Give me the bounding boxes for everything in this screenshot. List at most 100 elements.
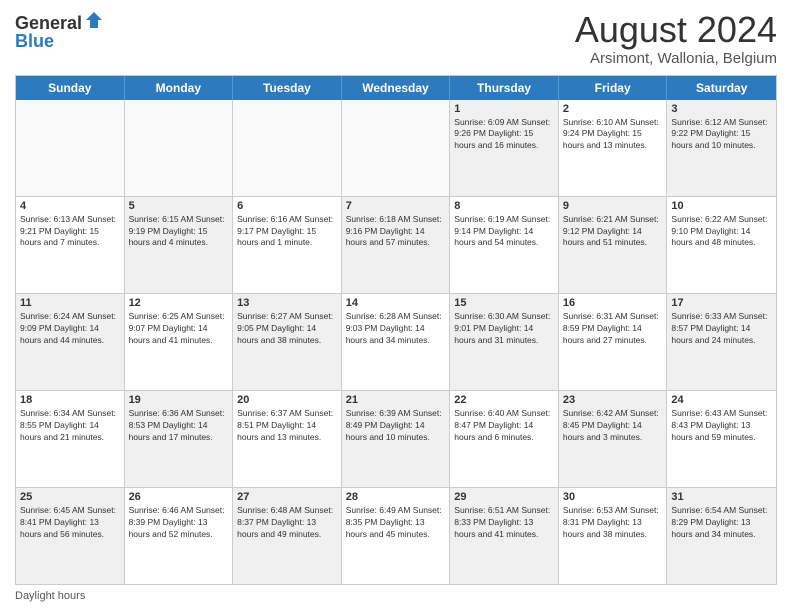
title-section: August 2024 Arsimont, Wallonia, Belgium <box>575 10 777 67</box>
day-info: Sunrise: 6:39 AM Sunset: 8:49 PM Dayligh… <box>346 408 446 444</box>
day-info: Sunrise: 6:37 AM Sunset: 8:51 PM Dayligh… <box>237 408 337 444</box>
empty-cell <box>342 100 451 196</box>
day-info: Sunrise: 6:22 AM Sunset: 9:10 PM Dayligh… <box>671 214 772 250</box>
day-number: 2 <box>563 103 663 115</box>
day-info: Sunrise: 6:18 AM Sunset: 9:16 PM Dayligh… <box>346 214 446 250</box>
day-cell-24: 24 Sunrise: 6:43 AM Sunset: 8:43 PM Dayli… <box>667 391 776 487</box>
day-number: 8 <box>454 200 554 212</box>
day-info: Sunrise: 6:31 AM Sunset: 8:59 PM Dayligh… <box>563 311 663 347</box>
day-number: 27 <box>237 491 337 503</box>
day-number: 11 <box>20 297 120 309</box>
day-info: Sunrise: 6:34 AM Sunset: 8:55 PM Dayligh… <box>20 408 120 444</box>
day-number: 21 <box>346 394 446 406</box>
day-info: Sunrise: 6:25 AM Sunset: 9:07 PM Dayligh… <box>129 311 229 347</box>
day-number: 19 <box>129 394 229 406</box>
day-info: Sunrise: 6:24 AM Sunset: 9:09 PM Dayligh… <box>20 311 120 347</box>
day-number: 10 <box>671 200 772 212</box>
day-cell-16: 16 Sunrise: 6:31 AM Sunset: 8:59 PM Dayli… <box>559 294 668 390</box>
day-info: Sunrise: 6:30 AM Sunset: 9:01 PM Dayligh… <box>454 311 554 347</box>
day-number: 29 <box>454 491 554 503</box>
day-cell-30: 30 Sunrise: 6:53 AM Sunset: 8:31 PM Dayli… <box>559 488 668 584</box>
day-number: 1 <box>454 103 554 115</box>
footer: Daylight hours <box>15 590 777 602</box>
location: Arsimont, Wallonia, Belgium <box>575 50 777 67</box>
day-cell-8: 8Sunrise: 6:19 AM Sunset: 9:14 PM Daylig… <box>450 197 559 293</box>
day-info: Sunrise: 6:21 AM Sunset: 9:12 PM Dayligh… <box>563 214 663 250</box>
day-number: 30 <box>563 491 663 503</box>
footer-text: Daylight hours <box>15 590 85 602</box>
day-number: 5 <box>129 200 229 212</box>
day-cell-20: 20 Sunrise: 6:37 AM Sunset: 8:51 PM Dayli… <box>233 391 342 487</box>
calendar-row-2: 11 Sunrise: 6:24 AM Sunset: 9:09 PM Dayli… <box>16 294 776 391</box>
day-cell-15: 15 Sunrise: 6:30 AM Sunset: 9:01 PM Dayli… <box>450 294 559 390</box>
header-day-sunday: Sunday <box>16 76 125 100</box>
day-number: 12 <box>129 297 229 309</box>
header: General Blue August 2024 Arsimont, Wallo… <box>15 10 777 67</box>
day-info: Sunrise: 6:16 AM Sunset: 9:17 PM Dayligh… <box>237 214 337 250</box>
day-info: Sunrise: 6:53 AM Sunset: 8:31 PM Dayligh… <box>563 505 663 541</box>
calendar-row-3: 18 Sunrise: 6:34 AM Sunset: 8:55 PM Dayli… <box>16 391 776 488</box>
day-cell-4: 4Sunrise: 6:13 AM Sunset: 9:21 PM Daylig… <box>16 197 125 293</box>
day-cell-10: 10 Sunrise: 6:22 AM Sunset: 9:10 PM Dayli… <box>667 197 776 293</box>
calendar-row-0: 1 Sunrise: 6:09 AM Sunset: 9:26 PM Daylig… <box>16 100 776 197</box>
day-info: Sunrise: 6:45 AM Sunset: 8:41 PM Dayligh… <box>20 505 120 541</box>
day-info: Sunrise: 6:49 AM Sunset: 8:35 PM Dayligh… <box>346 505 446 541</box>
day-number: 6 <box>237 200 337 212</box>
header-day-tuesday: Tuesday <box>233 76 342 100</box>
empty-cell <box>125 100 234 196</box>
header-day-friday: Friday <box>559 76 668 100</box>
day-number: 26 <box>129 491 229 503</box>
day-number: 28 <box>346 491 446 503</box>
day-cell-11: 11 Sunrise: 6:24 AM Sunset: 9:09 PM Dayli… <box>16 294 125 390</box>
day-info: Sunrise: 6:48 AM Sunset: 8:37 PM Dayligh… <box>237 505 337 541</box>
day-cell-1: 1 Sunrise: 6:09 AM Sunset: 9:26 PM Daylig… <box>450 100 559 196</box>
day-cell-5: 5Sunrise: 6:15 AM Sunset: 9:19 PM Daylig… <box>125 197 234 293</box>
day-number: 31 <box>671 491 772 503</box>
day-number: 20 <box>237 394 337 406</box>
day-cell-31: 31 Sunrise: 6:54 AM Sunset: 8:29 PM Dayli… <box>667 488 776 584</box>
day-cell-22: 22 Sunrise: 6:40 AM Sunset: 8:47 PM Dayli… <box>450 391 559 487</box>
day-info: Sunrise: 6:36 AM Sunset: 8:53 PM Dayligh… <box>129 408 229 444</box>
day-cell-29: 29Sunrise: 6:51 AM Sunset: 8:33 PM Dayli… <box>450 488 559 584</box>
day-number: 17 <box>671 297 772 309</box>
day-cell-9: 9Sunrise: 6:21 AM Sunset: 9:12 PM Daylig… <box>559 197 668 293</box>
day-number: 16 <box>563 297 663 309</box>
day-info: Sunrise: 6:28 AM Sunset: 9:03 PM Dayligh… <box>346 311 446 347</box>
day-info: Sunrise: 6:10 AM Sunset: 9:24 PM Dayligh… <box>563 117 663 153</box>
day-number: 7 <box>346 200 446 212</box>
day-info: Sunrise: 6:27 AM Sunset: 9:05 PM Dayligh… <box>237 311 337 347</box>
day-cell-12: 12 Sunrise: 6:25 AM Sunset: 9:07 PM Dayli… <box>125 294 234 390</box>
day-number: 22 <box>454 394 554 406</box>
calendar: SundayMondayTuesdayWednesdayThursdayFrid… <box>15 75 777 585</box>
calendar-row-4: 25Sunrise: 6:45 AM Sunset: 8:41 PM Dayli… <box>16 488 776 584</box>
day-cell-27: 27 Sunrise: 6:48 AM Sunset: 8:37 PM Dayli… <box>233 488 342 584</box>
day-cell-17: 17Sunrise: 6:33 AM Sunset: 8:57 PM Dayli… <box>667 294 776 390</box>
day-cell-6: 6 Sunrise: 6:16 AM Sunset: 9:17 PM Daylig… <box>233 197 342 293</box>
day-cell-18: 18 Sunrise: 6:34 AM Sunset: 8:55 PM Dayli… <box>16 391 125 487</box>
logo-icon <box>84 10 104 30</box>
day-number: 24 <box>671 394 772 406</box>
logo-text: General Blue <box>15 14 104 52</box>
day-cell-23: 23Sunrise: 6:42 AM Sunset: 8:45 PM Dayli… <box>559 391 668 487</box>
day-info: Sunrise: 6:54 AM Sunset: 8:29 PM Dayligh… <box>671 505 772 541</box>
header-day-wednesday: Wednesday <box>342 76 451 100</box>
day-info: Sunrise: 6:09 AM Sunset: 9:26 PM Dayligh… <box>454 117 554 153</box>
day-cell-28: 28 Sunrise: 6:49 AM Sunset: 8:35 PM Dayli… <box>342 488 451 584</box>
day-cell-2: 2 Sunrise: 6:10 AM Sunset: 9:24 PM Daylig… <box>559 100 668 196</box>
header-day-saturday: Saturday <box>667 76 776 100</box>
header-day-thursday: Thursday <box>450 76 559 100</box>
day-info: Sunrise: 6:43 AM Sunset: 8:43 PM Dayligh… <box>671 408 772 444</box>
day-cell-19: 19 Sunrise: 6:36 AM Sunset: 8:53 PM Dayli… <box>125 391 234 487</box>
day-number: 4 <box>20 200 120 212</box>
day-info: Sunrise: 6:40 AM Sunset: 8:47 PM Dayligh… <box>454 408 554 444</box>
day-cell-26: 26Sunrise: 6:46 AM Sunset: 8:39 PM Dayli… <box>125 488 234 584</box>
logo-blue: Blue <box>15 32 104 52</box>
calendar-body: 1 Sunrise: 6:09 AM Sunset: 9:26 PM Daylig… <box>16 100 776 584</box>
calendar-row-1: 4Sunrise: 6:13 AM Sunset: 9:21 PM Daylig… <box>16 197 776 294</box>
day-number: 18 <box>20 394 120 406</box>
day-cell-25: 25Sunrise: 6:45 AM Sunset: 8:41 PM Dayli… <box>16 488 125 584</box>
day-number: 15 <box>454 297 554 309</box>
day-number: 3 <box>671 103 772 115</box>
day-number: 23 <box>563 394 663 406</box>
day-cell-7: 7 Sunrise: 6:18 AM Sunset: 9:16 PM Daylig… <box>342 197 451 293</box>
